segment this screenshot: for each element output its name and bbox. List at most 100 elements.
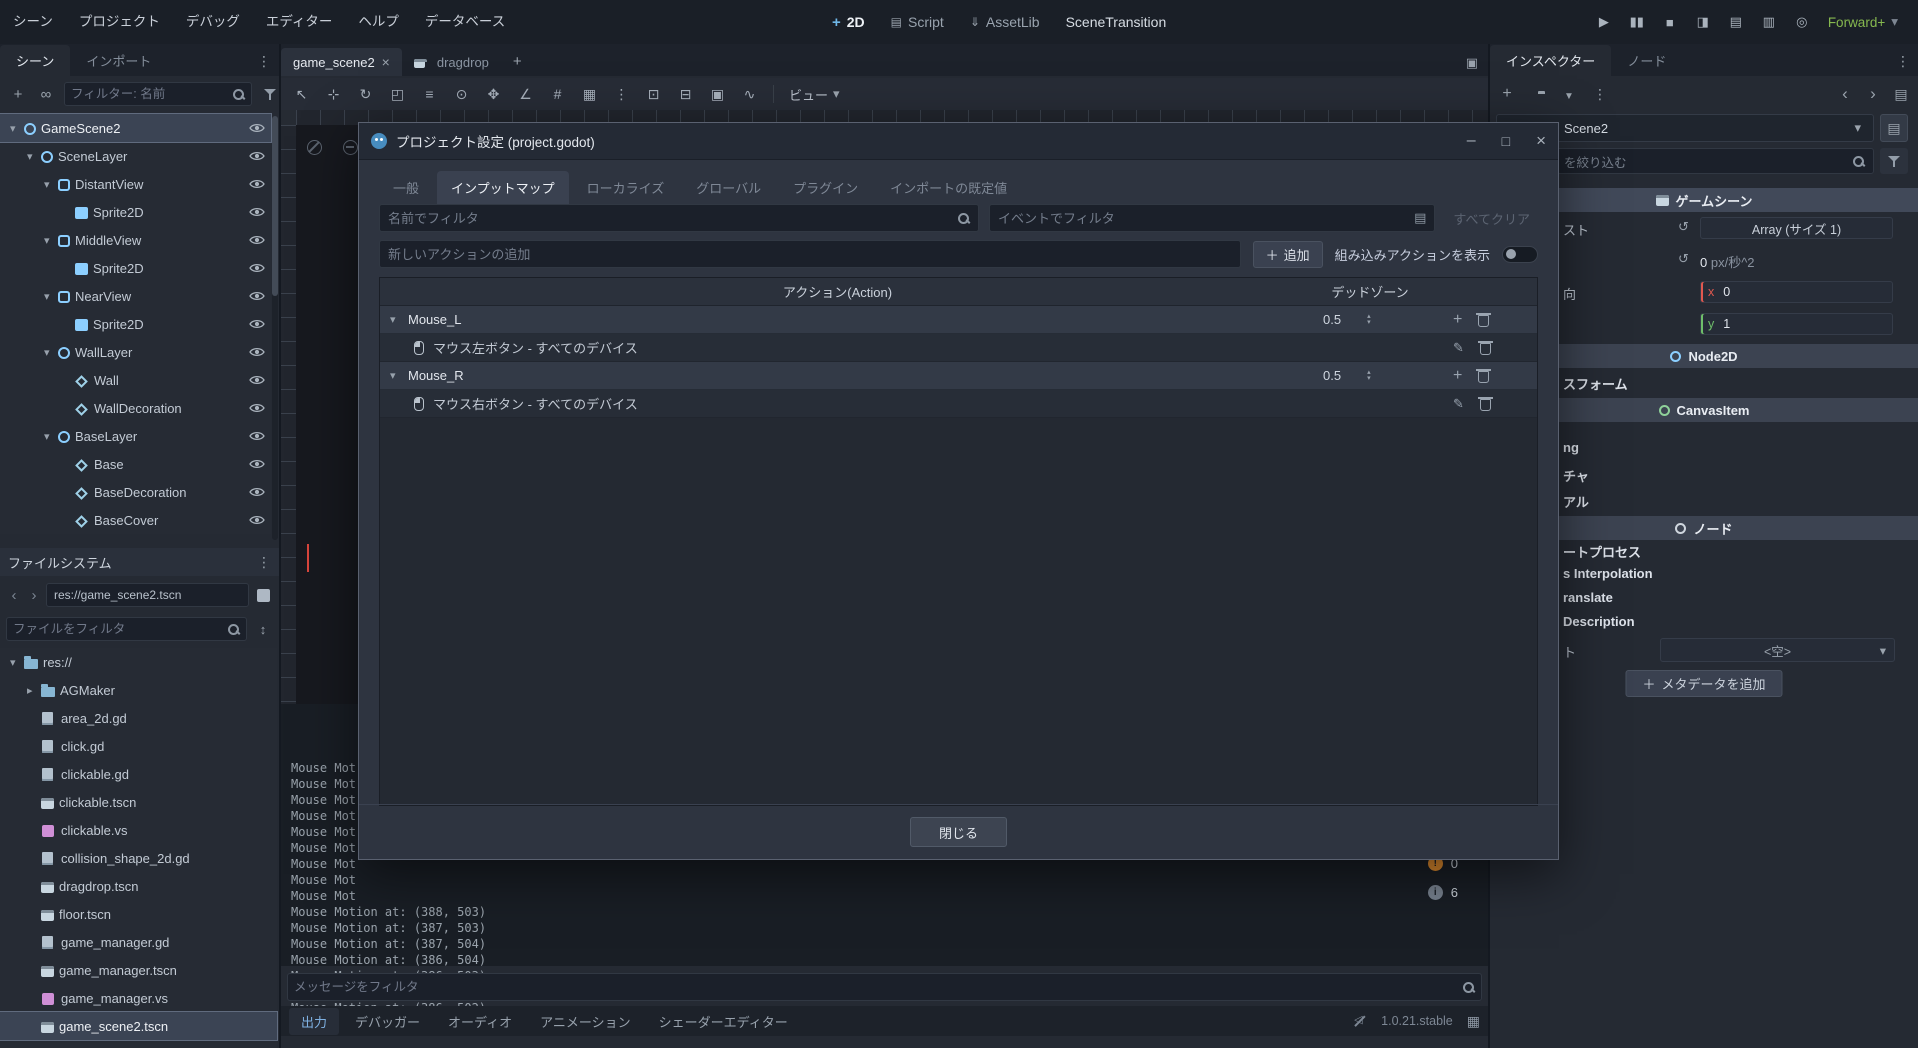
pivot-tool-icon[interactable]: ⊙: [453, 86, 470, 103]
viewport-toggle-icon[interactable]: [307, 140, 322, 155]
profiler-icon[interactable]: ◎: [1792, 14, 1812, 30]
visibility-eye-icon[interactable]: [249, 290, 271, 302]
deadzone-spinner[interactable]: 0.5: [1295, 312, 1445, 327]
editor-tab-assetlib[interactable]: ⇓ AssetLib: [970, 14, 1040, 30]
expand-arrow-icon[interactable]: [390, 369, 404, 382]
expand-arrow-icon[interactable]: [44, 234, 58, 247]
group-transform[interactable]: スフォーム: [1563, 374, 1628, 393]
script-dropdown[interactable]: <空>: [1660, 638, 1895, 662]
expand-arrow-icon[interactable]: [27, 150, 41, 163]
expand-viewport-icon[interactable]: ▣: [1466, 55, 1478, 71]
menu-item[interactable]: プロジェクト: [66, 0, 173, 44]
toggle-split-mode-button[interactable]: [253, 584, 273, 606]
unlock-icon[interactable]: ⊟: [677, 86, 694, 103]
delete-event-button[interactable]: [1477, 341, 1493, 355]
filesystem-tree-row[interactable]: game_manager.vs: [0, 984, 277, 1012]
editor-tab-scenetransition[interactable]: SceneTransition: [1066, 14, 1167, 30]
visibility-eye-icon[interactable]: [249, 374, 271, 386]
menu-item[interactable]: データベース: [412, 0, 518, 44]
add-event-button[interactable]: [1453, 367, 1462, 385]
save-resource-icon[interactable]: [1560, 86, 1578, 102]
move-tool-icon[interactable]: ⊹: [325, 86, 342, 103]
settings-tab[interactable]: インポートの既定値: [876, 171, 1021, 204]
filesystem-tree-row[interactable]: game_manager.tscn: [0, 956, 277, 984]
rotate-tool-icon[interactable]: ↻: [357, 86, 374, 103]
scene-tree-row[interactable]: MiddleView: [0, 226, 271, 254]
add-event-button[interactable]: [1453, 311, 1462, 329]
filesystem-menu-icon[interactable]: [257, 554, 271, 571]
edit-event-button[interactable]: [1453, 340, 1464, 356]
filter-funnel-button[interactable]: [260, 83, 280, 105]
resource-more-icon[interactable]: [1591, 86, 1609, 103]
snap-options-icon[interactable]: ⋮: [613, 86, 630, 103]
nav-forward-button[interactable]: ›: [26, 587, 42, 604]
node-extra-button[interactable]: [1880, 114, 1908, 142]
bottom-panel-button[interactable]: 出力: [289, 1007, 340, 1035]
action-row[interactable]: Mouse_L 0.5: [380, 306, 1537, 334]
add-action-button[interactable]: 追加: [1252, 240, 1323, 268]
scene-tree-scrollbar[interactable]: [272, 116, 278, 540]
revert-icon[interactable]: [1678, 251, 1689, 267]
scene-tree-row[interactable]: Wall: [0, 366, 271, 394]
mute-audio-icon[interactable]: [1353, 1013, 1367, 1028]
delete-event-button[interactable]: [1477, 397, 1493, 411]
settings-tab[interactable]: ローカライズ: [573, 171, 679, 204]
play-button[interactable]: ▶: [1594, 14, 1614, 30]
pan-tool-icon[interactable]: ✥: [485, 86, 502, 103]
history-back-icon[interactable]: [1836, 84, 1854, 104]
movie-maker-icon[interactable]: ◨: [1693, 14, 1713, 30]
output-filter[interactable]: [287, 973, 1482, 1001]
menu-item[interactable]: シーン: [0, 0, 66, 44]
scene-tree-row[interactable]: BaseDecoration: [0, 478, 271, 506]
visibility-eye-icon[interactable]: [249, 234, 271, 246]
filesystem-tree-row[interactable]: game_manager.gd: [0, 928, 277, 956]
scene-tree-row[interactable]: BaseLayer: [0, 422, 271, 450]
scene-tree-row[interactable]: DistantView: [0, 170, 271, 198]
visibility-eye-icon[interactable]: [249, 458, 271, 470]
expand-arrow-icon[interactable]: [27, 684, 41, 697]
filesystem-tree-row[interactable]: area_2d.gd: [0, 704, 277, 732]
settings-tab[interactable]: 一般: [379, 171, 433, 204]
expand-arrow-icon[interactable]: [390, 313, 404, 326]
dock-menu-icon[interactable]: [1896, 53, 1910, 70]
scene-tree-row[interactable]: Sprite2D: [0, 310, 271, 338]
smart-snap-icon[interactable]: #: [549, 86, 566, 102]
visibility-eye-icon[interactable]: [249, 262, 271, 274]
visibility-eye-icon[interactable]: [249, 122, 271, 134]
filter-by-event[interactable]: [989, 204, 1436, 232]
close-icon[interactable]: [382, 54, 390, 70]
dock-tab[interactable]: インポート: [70, 45, 167, 76]
scene-filter-input[interactable]: [71, 87, 232, 101]
event-row[interactable]: マウス右ボタン - すべてのデバイス: [380, 390, 1537, 418]
scene-tree-row[interactable]: WallDecoration: [0, 394, 271, 422]
filesystem-tree-row[interactable]: collision_shape_2d.gd: [0, 844, 277, 872]
show-builtin-toggle[interactable]: [1502, 245, 1538, 263]
new-action-input[interactable]: [388, 246, 1232, 262]
visibility-eye-icon[interactable]: [249, 150, 271, 162]
dock-tab[interactable]: ノード: [1611, 45, 1682, 76]
visibility-eye-icon[interactable]: [249, 178, 271, 190]
filesystem-filter-input[interactable]: [13, 622, 227, 636]
expand-arrow-icon[interactable]: [44, 290, 58, 303]
spin-arrows-icon[interactable]: [1367, 314, 1371, 326]
filesystem-tree-row[interactable]: clickable.gd: [0, 760, 277, 788]
skeleton-icon[interactable]: ∿: [741, 86, 758, 103]
expand-arrow-icon[interactable]: [44, 430, 58, 443]
settings-tab[interactable]: グローバル: [682, 171, 775, 204]
menu-item[interactable]: エディター: [253, 0, 346, 44]
scene-filter[interactable]: [64, 82, 252, 106]
pause-button[interactable]: ▮▮: [1627, 14, 1647, 30]
deploy-icon[interactable]: ▥: [1759, 14, 1779, 30]
grid-snap-icon[interactable]: ▦: [581, 86, 598, 103]
expand-arrow-icon[interactable]: [10, 122, 24, 135]
expand-arrow-icon[interactable]: [10, 656, 24, 669]
scene-tree-row[interactable]: WallLayer: [0, 338, 271, 366]
visibility-eye-icon[interactable]: [249, 402, 271, 414]
scene-tree-row[interactable]: NearView: [0, 282, 271, 310]
remote-debug-icon[interactable]: ▤: [1726, 14, 1746, 30]
bottom-panel-button[interactable]: デバッガー: [343, 1008, 432, 1035]
list-select-icon[interactable]: ≡: [421, 86, 438, 102]
scene-tree-row[interactable]: GameScene2: [0, 113, 272, 143]
event-row[interactable]: マウス左ボタン - すべてのデバイス: [380, 334, 1537, 362]
output-filter-input[interactable]: [294, 980, 1462, 994]
